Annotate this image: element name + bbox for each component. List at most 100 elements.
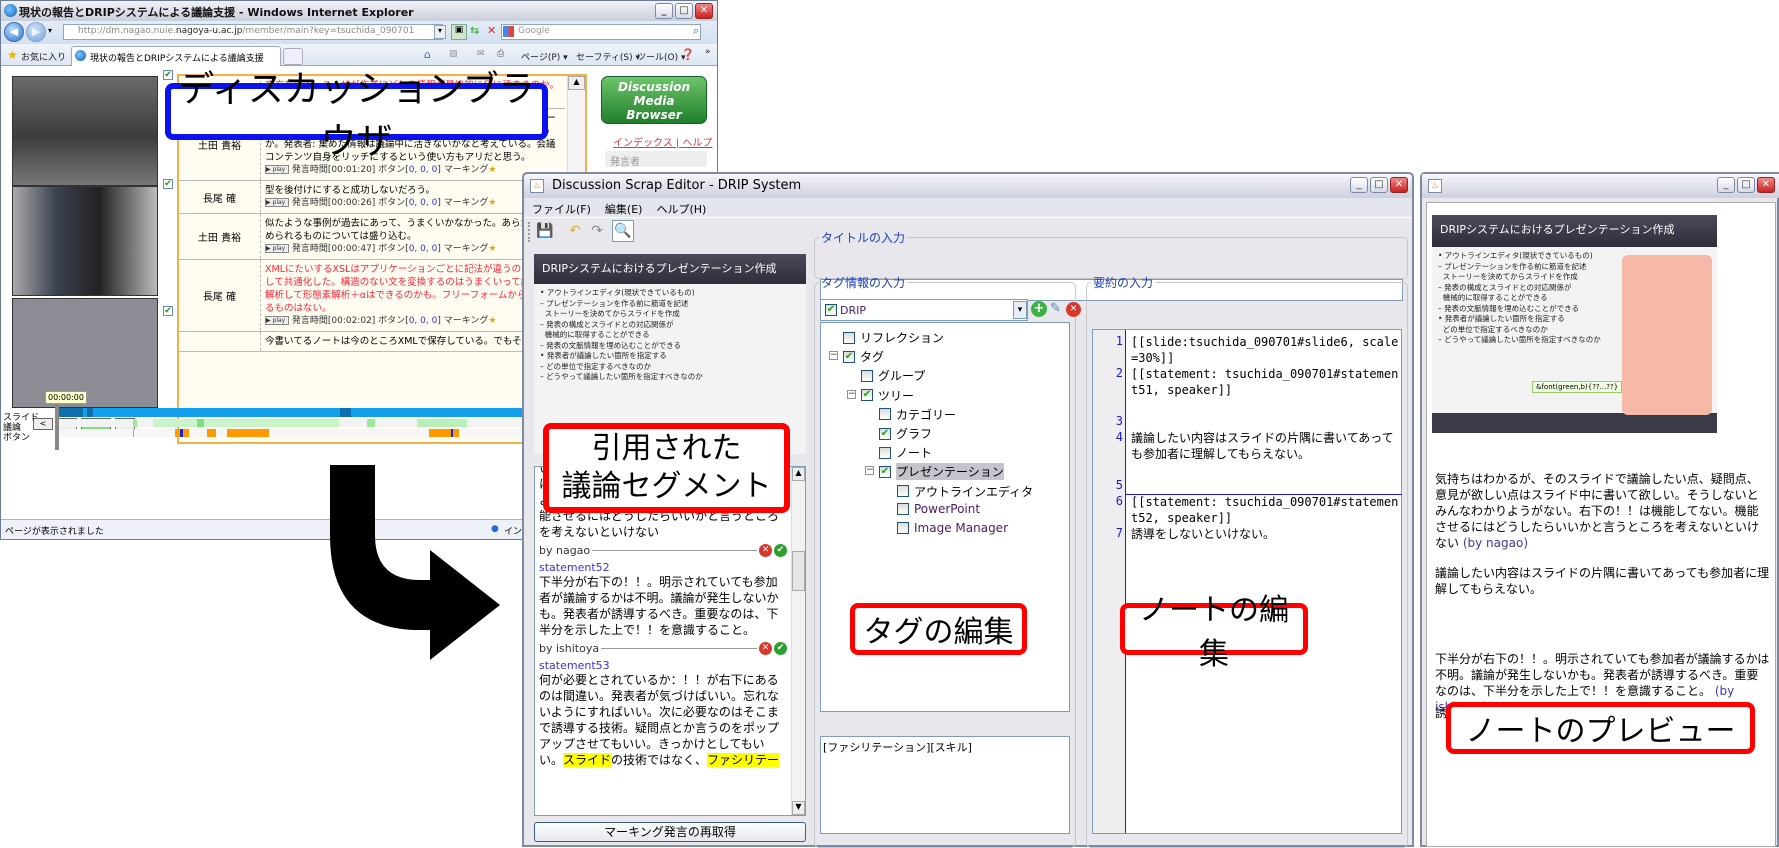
minimize-button[interactable]: _ [655,3,673,19]
tag-tree-node[interactable]: ✔ タグ [843,348,884,365]
scroll-down-icon[interactable]: ▼ [792,801,805,815]
tag-tree-node[interactable]: ノート [879,444,932,461]
accept-segment-icon[interactable]: ✔ [774,544,787,557]
preview-search-icon[interactable]: 🔍 [612,220,634,242]
tag-checkbox[interactable] [861,369,873,382]
star-icon[interactable]: ★ [488,165,496,175]
tag-tree-node[interactable]: ✔ ツリー [861,387,914,404]
tag-checkbox[interactable]: ✔ [879,427,891,440]
tag-checkbox[interactable] [897,522,909,534]
star-icon[interactable]: ★ [488,244,496,254]
safety-menu[interactable]: セーフティ(S) ▾ [576,50,640,63]
tag-tree-node[interactable]: PowerPoint [897,502,980,516]
refetch-marked-statements-button[interactable]: マーキング発言の再取得 [534,822,806,842]
tag-checkbox[interactable] [879,446,891,459]
edit-tag-icon[interactable]: ✎ [1050,301,1061,316]
tag-tree-node[interactable]: グループ [861,367,925,384]
history-dropdown-icon[interactable]: ▾ [48,26,52,35]
menu-file[interactable]: ファイル(F) [532,201,591,216]
play-button[interactable]: ▶ play [265,244,289,253]
index-help-links[interactable]: インデックス | ヘルプ [613,134,712,149]
tools-menu[interactable]: ツール(O) ▾ [637,50,686,63]
segment-id[interactable]: statement53 [539,659,787,672]
menu-help[interactable]: ヘルプ(H) [656,201,706,216]
video-2-checkbox[interactable]: ✔ [163,179,173,189]
favorites-button[interactable]: お気に入り [21,50,66,63]
search-icon[interactable]: ⌕ [693,24,699,38]
note-editor[interactable]: 1 2 3 4 5 6 7 [[slide:tsuchida_090701#slide6, … [1092,329,1402,834]
search-input[interactable]: Google [501,24,701,40]
url-input[interactable]: http://dm.nagao.nuie.nagoya-u.ac.jp/memb… [63,24,443,40]
tag-tree-node[interactable]: リフレクション [843,329,944,346]
tag-checkbox[interactable] [897,502,909,515]
redo-icon[interactable]: ↷ [586,220,608,242]
help-icon[interactable]: ❓ [681,48,695,61]
collapse-toggle-icon[interactable]: − [829,351,838,361]
remove-segment-icon[interactable]: ✕ [759,642,772,655]
tag-tree-node[interactable]: Image Manager [897,521,1008,535]
note-line[interactable]: 議論したい内容はスライドの片隅に書いてあっても参加者に理解してもらえない。 [1131,430,1401,462]
save-icon[interactable]: 💾 [534,220,556,242]
scroll-up-icon[interactable]: ▲ [792,467,805,481]
refresh-icon[interactable]: ⇆ [470,24,479,37]
tag-checkbox[interactable]: ✔ [843,350,855,363]
maximize-button[interactable]: □ [675,3,693,19]
favorites-star-icon[interactable]: ★ [7,48,18,62]
collapse-toggle-icon[interactable]: − [847,389,856,399]
play-button[interactable]: ▶ play [265,165,289,174]
preview-minimize-button[interactable]: _ [1717,177,1735,193]
preview-close-button[interactable]: ✕ [1757,177,1775,193]
accept-segment-icon[interactable]: ✔ [774,642,787,655]
stop-icon[interactable]: ✕ [487,24,496,37]
tag-set-checkbox[interactable]: ✔ [825,304,837,316]
preview-maximize-button[interactable]: □ [1737,177,1755,193]
star-icon[interactable]: ★ [488,198,496,208]
scroll-thumb[interactable] [792,551,805,591]
toolbar-grip[interactable] [528,222,530,242]
tag-tree-node[interactable]: アウトラインエディタ [897,483,1033,500]
remove-segment-icon[interactable]: ✕ [759,544,772,557]
delete-tag-icon[interactable]: ✕ [1066,302,1081,317]
tag-tree-node[interactable]: カテゴリー [879,406,956,423]
print-icon[interactable]: ⎙ [497,49,504,59]
play-button[interactable]: ▶ play [265,316,289,325]
collapse-toggle-icon[interactable]: − [865,466,874,476]
tag-checkbox[interactable] [879,408,891,421]
menu-edit[interactable]: 編集(E) [605,201,643,216]
tag-checkbox[interactable] [843,331,855,344]
tag-checkbox[interactable]: ✔ [861,389,873,402]
tag-text-field[interactable]: [ファシリテーション][スキル] [820,736,1070,834]
segment-id[interactable]: statement52 [539,561,787,574]
url-dropdown-icon[interactable]: ▾ [434,25,446,39]
back-button[interactable]: ◀ [4,22,24,42]
tag-tree-node[interactable]: ✔ グラフ [879,425,932,442]
editor-minimize-button[interactable]: _ [1350,177,1368,193]
note-line[interactable]: 誘導をしないといけない。 [1131,526,1401,542]
mail-icon[interactable]: ✉ [477,49,485,59]
tag-checkbox[interactable]: ✔ [879,465,891,478]
segment-list-scrollbar[interactable]: ▲ ▼ [791,467,805,815]
editor-close-button[interactable]: ✕ [1390,177,1408,193]
undo-icon[interactable]: ↶ [564,220,586,242]
tag-set-combobox[interactable]: ✔ DRIP ▾ [820,299,1028,321]
note-line[interactable]: [[statement: tsuchida_090701#statement51… [1131,366,1401,398]
note-line[interactable]: [[statement: tsuchida_090701#statement52… [1131,494,1401,526]
star-icon[interactable]: ★ [488,316,496,326]
editor-maximize-button[interactable]: □ [1370,177,1388,193]
tag-tree-node[interactable]: ✔ プレゼンテーション [879,463,1004,481]
more-icon[interactable]: » [705,47,711,57]
forward-button[interactable]: ▶ [26,22,46,42]
note-line[interactable]: [[slide:tsuchida_090701#slide6, scale=30… [1131,334,1401,366]
video-camera-1[interactable] [12,76,158,186]
timeline-cursor[interactable] [55,404,59,450]
tag-checkbox[interactable] [897,485,909,498]
compat-view-icon[interactable]: ▣ [451,24,467,40]
close-button[interactable]: ✕ [695,3,713,19]
feeds-icon[interactable]: ▧ [449,49,458,59]
add-tag-icon[interactable]: + [1031,301,1047,317]
chevron-down-icon[interactable]: ▾ [1013,301,1027,319]
video-3-checkbox[interactable]: ✔ [163,306,173,316]
scroll-up-icon[interactable]: ▲ [568,76,585,90]
play-button[interactable]: ▶ play [265,198,289,207]
video-camera-2[interactable] [12,186,158,296]
